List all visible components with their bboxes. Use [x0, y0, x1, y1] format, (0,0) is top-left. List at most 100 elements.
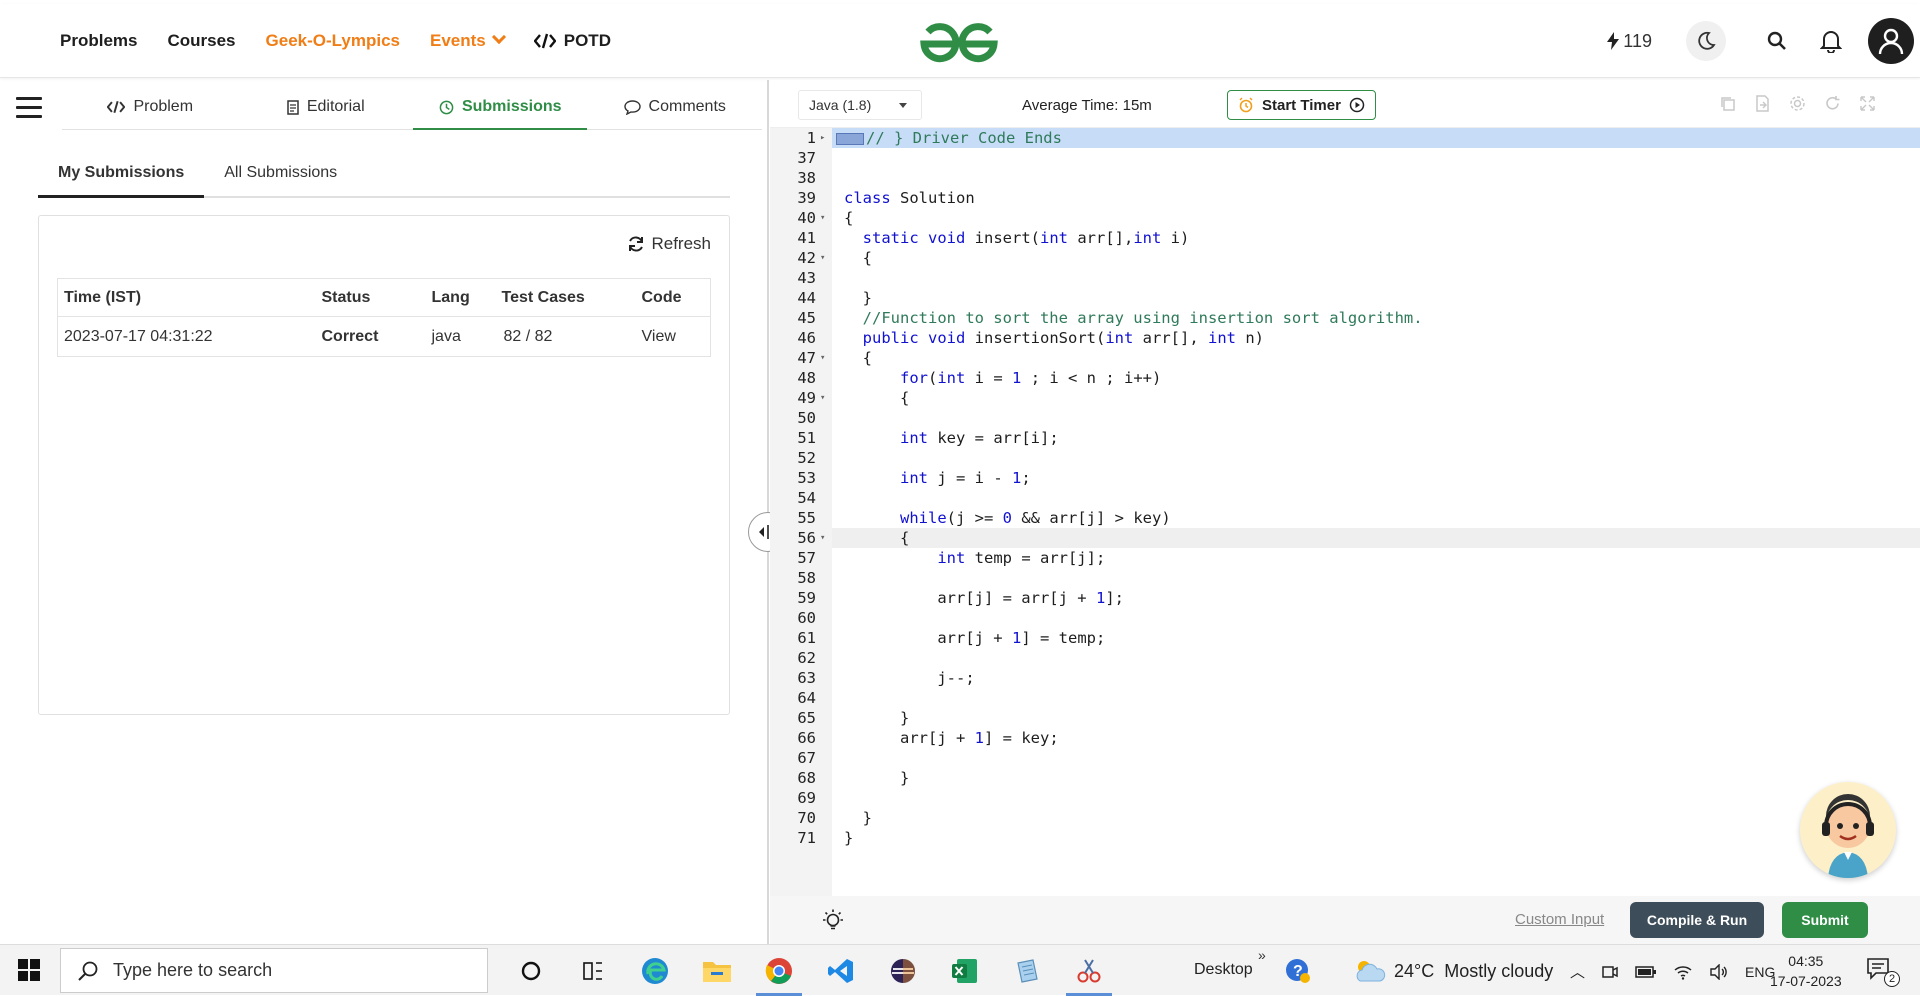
- submit-button[interactable]: Submit: [1782, 902, 1868, 938]
- fold-expanded-icon[interactable]: ▾: [820, 208, 825, 228]
- line-number: 37: [797, 149, 816, 167]
- nav-right: 119: [1607, 4, 1920, 78]
- language-select[interactable]: Java (1.8): [798, 90, 922, 120]
- eclipse-icon: [891, 958, 915, 983]
- folder-icon: [703, 961, 731, 982]
- wifi-icon[interactable]: [1673, 964, 1693, 980]
- meet-now-icon[interactable]: [1601, 963, 1619, 981]
- excel-app[interactable]: [934, 945, 996, 996]
- desktop-toolbar-label[interactable]: Desktop: [1194, 961, 1253, 979]
- weather-widget[interactable]: 24°C Mostly cloudy: [1352, 957, 1553, 985]
- nav-courses[interactable]: Courses: [167, 31, 235, 51]
- moon-icon: [1698, 31, 1716, 50]
- search-button[interactable]: [1760, 24, 1794, 58]
- custom-input-link[interactable]: Custom Input: [1515, 911, 1604, 928]
- status-badge: Correct: [321, 327, 379, 345]
- compile-run-button[interactable]: Compile & Run: [1630, 902, 1764, 938]
- tab-editorial-label: Editorial: [306, 98, 365, 115]
- taskbar-clock[interactable]: 04:35 17-07-2023: [1770, 951, 1842, 991]
- tab-all-submissions[interactable]: All Submissions: [204, 158, 357, 198]
- tab-my-submissions[interactable]: My Submissions: [38, 158, 205, 198]
- line-number: 44: [797, 289, 816, 307]
- fold-expanded-icon[interactable]: ▾: [820, 528, 825, 548]
- eclipse-app[interactable]: [872, 945, 934, 996]
- hamburger-menu-icon[interactable]: [16, 97, 42, 124]
- lightning-icon: [1607, 32, 1620, 50]
- col-code: Code: [635, 278, 711, 317]
- chrome-app[interactable]: [748, 945, 810, 996]
- volume-icon[interactable]: [1709, 963, 1729, 980]
- edge-icon: [642, 957, 668, 984]
- notepad-app[interactable]: [996, 945, 1058, 996]
- clock-date: 17-07-2023: [1770, 973, 1842, 989]
- avatar[interactable]: [1868, 18, 1914, 64]
- code-line: {: [844, 529, 910, 547]
- line-number: 41: [797, 229, 816, 247]
- streak-counter[interactable]: 119: [1607, 31, 1652, 52]
- notification-center-button[interactable]: 2: [1866, 957, 1900, 987]
- line-number: 53: [797, 469, 816, 487]
- line-number: 46: [797, 329, 816, 347]
- fullscreen-icon[interactable]: [1859, 95, 1876, 112]
- view-code-link[interactable]: View: [636, 317, 711, 357]
- chevron-down-icon: [491, 29, 506, 45]
- excel-icon: [952, 958, 977, 983]
- cortana-button[interactable]: [500, 945, 562, 996]
- taskbar-search-box[interactable]: Type here to search: [60, 948, 488, 993]
- reset-icon[interactable]: [1824, 95, 1841, 112]
- task-view-button[interactable]: [562, 945, 624, 996]
- copy-icon[interactable]: [1719, 95, 1736, 112]
- line-number: 1: [806, 129, 816, 147]
- editor-actions: [1719, 95, 1876, 112]
- problem-tabs: Problem Editorial Submissions Comments: [62, 86, 762, 130]
- line-number: 66: [797, 729, 816, 747]
- nav-problems[interactable]: Problems: [60, 31, 137, 51]
- bell-icon: [1820, 31, 1842, 53]
- upload-file-icon[interactable]: [1754, 95, 1771, 112]
- weather-text: 24°C Mostly cloudy: [1394, 960, 1554, 981]
- chat-assistant-avatar[interactable]: [1800, 782, 1896, 878]
- code-line: static void insert(int arr[],int i): [862, 229, 1190, 247]
- settings-gear-icon[interactable]: [1789, 95, 1806, 112]
- notifications-button[interactable]: [1814, 24, 1848, 58]
- nav-geek-o-lympics[interactable]: Geek-O-Lympics: [266, 31, 400, 51]
- fold-expanded-icon[interactable]: ▾: [820, 348, 825, 368]
- fold-collapsed-icon[interactable]: ▸: [820, 128, 825, 148]
- tab-comments[interactable]: Comments: [587, 86, 762, 130]
- tab-submissions[interactable]: Submissions: [412, 86, 588, 130]
- tab-editorial[interactable]: Editorial: [238, 86, 413, 130]
- refresh-label: Refresh: [651, 234, 711, 253]
- document-icon: [287, 99, 299, 115]
- system-tray: ︿ ENG: [1570, 961, 1775, 982]
- code-line: }: [844, 809, 872, 827]
- line-number: 38: [797, 169, 816, 187]
- snipping-tool-app[interactable]: [1058, 945, 1120, 996]
- fold-expanded-icon[interactable]: ▾: [820, 248, 825, 268]
- toolbar-overflow-chevron-icon[interactable]: »: [1258, 947, 1266, 963]
- battery-icon[interactable]: [1635, 965, 1657, 979]
- code-line: {: [844, 349, 872, 367]
- edge-browser-app[interactable]: [624, 945, 686, 996]
- start-timer-button[interactable]: Start Timer: [1227, 90, 1376, 120]
- help-icon[interactable]: ?: [1284, 957, 1312, 985]
- vscode-app[interactable]: [810, 945, 872, 996]
- line-number: 55: [797, 509, 816, 527]
- gfg-logo[interactable]: [916, 20, 1002, 64]
- code-icon: [107, 101, 126, 113]
- windows-start-icon[interactable]: [18, 959, 40, 981]
- tray-expand-chevron-icon[interactable]: ︿: [1570, 961, 1585, 982]
- dark-mode-toggle[interactable]: [1686, 21, 1726, 61]
- nav-potd-label: POTD: [563, 31, 611, 50]
- col-test-cases: Test Cases: [495, 278, 636, 317]
- code-line: for(int i = 1 ; i < n ; i++): [900, 369, 1162, 387]
- tab-problem[interactable]: Problem: [62, 86, 238, 130]
- fold-expanded-icon[interactable]: ▾: [820, 388, 825, 408]
- lightbulb-icon[interactable]: [820, 908, 846, 934]
- nav-events[interactable]: Events: [430, 29, 506, 51]
- file-explorer-app[interactable]: [686, 945, 748, 996]
- nav-potd[interactable]: POTD: [533, 31, 611, 51]
- refresh-button[interactable]: Refresh: [627, 234, 711, 254]
- comment-icon: [623, 99, 641, 115]
- cloudy-weather-icon: [1356, 961, 1386, 982]
- col-status: Status: [315, 278, 426, 317]
